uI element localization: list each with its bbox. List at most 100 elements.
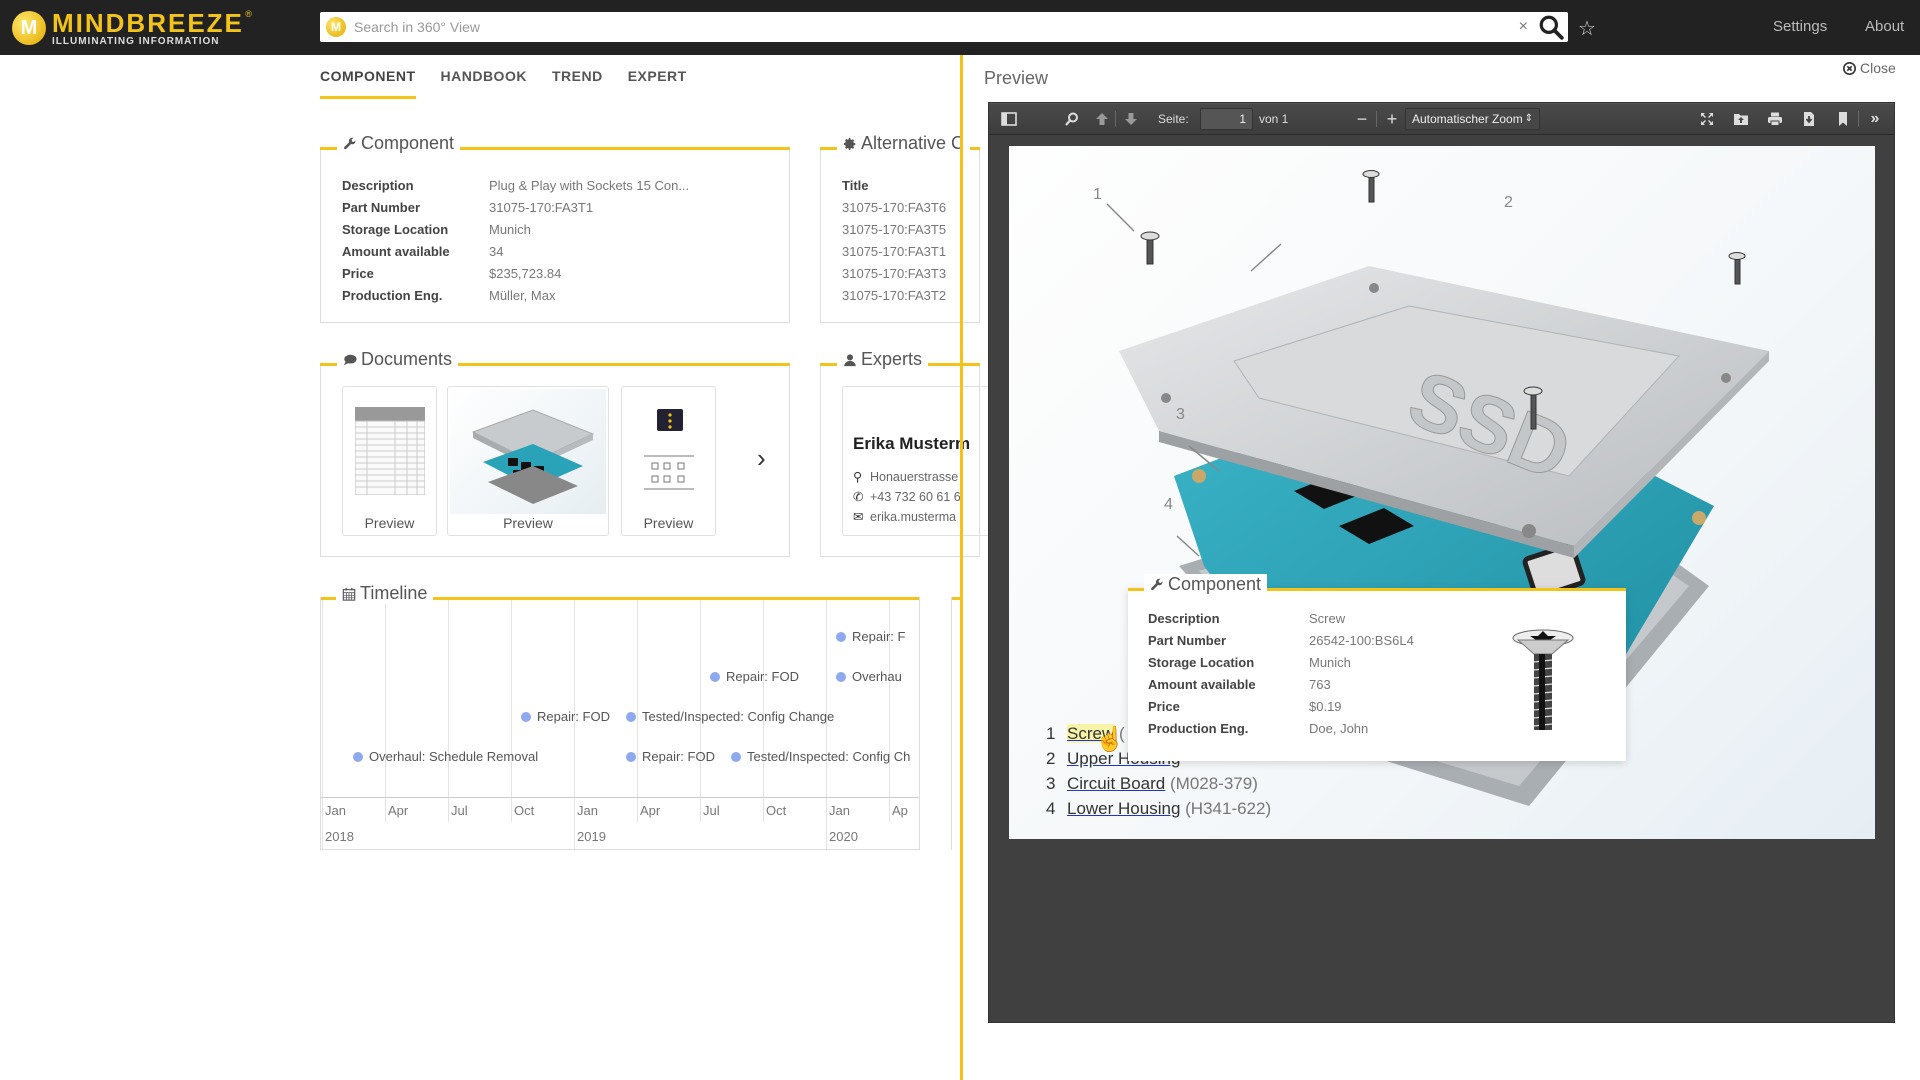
component-hover-popup: Component Description Screw Part Number 26…	[1128, 574, 1626, 761]
detail-row: Price $0.19	[1148, 699, 1342, 714]
zoom-in-icon[interactable]: +	[1382, 109, 1402, 129]
parts-list-item: 4 Lower Housing (H341-622)	[1046, 799, 1272, 818]
top-bar: M MINDBREEZE ILLUMINATING INFORMATION ® …	[0, 0, 1920, 55]
settings-link[interactable]: Settings	[1773, 18, 1827, 35]
alternative-item[interactable]: 31075-170:FA3T5	[842, 219, 946, 241]
tools-menu-icon[interactable]: »	[1865, 109, 1885, 129]
experts-panel: Experts Erika Musterm ⚲ Honauerstrasse ✆ +…	[820, 349, 992, 557]
zoom-out-icon[interactable]: −	[1352, 109, 1372, 129]
alternative-item[interactable]: 31075-170:FA3T2	[842, 285, 946, 307]
detail-row: Production Eng. Doe, John	[1148, 721, 1369, 736]
timeline-gridline	[511, 600, 512, 822]
search-input[interactable]	[354, 19, 1519, 35]
tab-bar: COMPONENT HANDBOOK TREND EXPERT	[320, 68, 687, 99]
comment-icon	[343, 354, 357, 365]
logo-mark-icon: M	[12, 11, 46, 45]
detail-row: Description Screw	[1148, 611, 1346, 626]
logo-subtitle: ILLUMINATING INFORMATION	[52, 35, 220, 47]
timeline-event-label: Tested/Inspected: Config Ch	[747, 749, 911, 764]
callout-label: 3	[1176, 406, 1185, 423]
mindbreeze-logo[interactable]: M MINDBREEZE ILLUMINATING INFORMATION ®	[12, 8, 252, 48]
timeline-event-dot	[521, 711, 531, 722]
alternative-item[interactable]: 31075-170:FA3T3	[842, 263, 946, 285]
document-card[interactable]: Preview	[342, 386, 437, 536]
timeline-event[interactable]: Repair: FOD	[710, 669, 799, 684]
expert-phone[interactable]: ✆ +43 732 60 61 6	[853, 487, 961, 507]
timeline-event[interactable]: Repair: FOD	[521, 709, 610, 724]
hand-cursor-icon: ☝	[1095, 726, 1125, 753]
next-page-icon[interactable]	[1121, 109, 1141, 129]
callout-label: 1	[1093, 186, 1102, 203]
previous-page-icon[interactable]	[1092, 109, 1112, 129]
timeline-event[interactable]: Repair: FOD	[626, 749, 715, 764]
timeline-event[interactable]: Repair: F	[836, 629, 905, 644]
component-details: Description Plug & Play with Sockets 15 C…	[342, 175, 689, 307]
callout-label: 2	[1504, 194, 1513, 211]
expert-email[interactable]: ✉ erika.musterma	[853, 507, 961, 527]
timeline-gridline	[826, 600, 827, 849]
expert-card[interactable]: Erika Musterm ⚲ Honauerstrasse ✆ +43 732 6…	[842, 386, 992, 536]
tab-expert[interactable]: EXPERT	[628, 68, 687, 99]
zoom-select[interactable]: Automatischer Zoom ⇕	[1405, 108, 1540, 130]
timeline-panel: Jan Apr Jul Oct Jan Apr Jul Oct Jan Ap 2018 2019 202…	[320, 597, 920, 850]
favorite-star-icon[interactable]: ☆	[1578, 16, 1596, 41]
component-panel: Component Description Plug & Play with So…	[320, 133, 790, 323]
mindbreeze-search-icon: M	[326, 17, 346, 37]
timeline-event-label: Repair: FOD	[726, 669, 799, 684]
next-documents-chevron-icon[interactable]: ›	[757, 443, 766, 474]
clear-search-icon[interactable]: ×	[1519, 18, 1528, 36]
popup-details: Description Screw Part Number 26542-100:BS…	[1148, 608, 1414, 740]
tab-component[interactable]: COMPONENT	[320, 68, 416, 99]
document-preview-label: Preview	[503, 515, 553, 531]
timeline-event[interactable]: Tested/Inspected: Config Change	[626, 709, 834, 724]
timeline-event-dot	[836, 671, 846, 682]
tab-trend[interactable]: TREND	[552, 68, 603, 99]
search-icon[interactable]	[1538, 14, 1564, 40]
print-icon[interactable]	[1765, 109, 1785, 129]
preview-split-handle[interactable]	[960, 55, 963, 1080]
timeline-event[interactable]: Tested/Inspected: Config Ch	[731, 749, 910, 764]
toolbar-separator	[1115, 111, 1116, 127]
part-link-lower-housing[interactable]: Lower Housing	[1067, 799, 1180, 818]
alternative-item[interactable]: 31075-170:FA3T1	[842, 241, 946, 263]
timeline-event[interactable]: Overhaul: Schedule Removal	[353, 749, 538, 764]
close-preview-button[interactable]: Close	[1843, 60, 1896, 76]
documents-panel-title: Documents	[337, 349, 459, 370]
document-preview-label: Preview	[364, 515, 415, 531]
timeline-month-label: Jan	[829, 803, 850, 818]
find-icon[interactable]	[1062, 109, 1082, 129]
toggle-sidebar-icon[interactable]	[999, 109, 1019, 129]
timeline-gridline	[385, 600, 386, 822]
timeline-event[interactable]: Overhau	[836, 669, 902, 684]
timeline-month-label: Apr	[388, 803, 409, 818]
detail-row: Storage Location Munich	[1148, 655, 1351, 670]
timeline-month-label: Apr	[640, 803, 661, 818]
table-document-thumbnail	[353, 391, 426, 511]
pdf-viewer: Seite: 1 von 1 − + Automatischer Zoom ⇕ »	[988, 102, 1895, 1023]
toolbar-separator	[1858, 111, 1859, 127]
alternative-list: Title 31075-170:FA3T6 31075-170:FA3T5 31…	[842, 175, 946, 307]
open-file-icon[interactable]	[1731, 109, 1751, 129]
bookmark-icon[interactable]	[1833, 109, 1853, 129]
document-card[interactable]: Preview	[621, 386, 716, 536]
timeline-year-label: 2019	[577, 829, 606, 844]
download-icon[interactable]	[1799, 109, 1819, 129]
timeline-event-dot	[353, 751, 363, 762]
part-link-circuit-board[interactable]: Circuit Board	[1067, 774, 1165, 793]
document-card[interactable]: Preview	[447, 386, 609, 536]
phone-icon: ✆	[853, 490, 864, 504]
fullscreen-icon[interactable]	[1697, 109, 1717, 129]
document-preview-label: Preview	[643, 515, 694, 531]
wrench-icon	[344, 137, 356, 149]
timeline-event-label: Tested/Inspected: Config Change	[642, 709, 835, 724]
server-diagram-thumbnail	[632, 391, 705, 511]
wrench-icon	[1151, 578, 1163, 590]
timeline-event-label: Repair: FOD	[642, 749, 715, 764]
about-link[interactable]: About	[1865, 18, 1904, 35]
page-number-input[interactable]: 1	[1200, 108, 1253, 130]
timeline-month-label: Oct	[514, 803, 535, 818]
tab-handbook[interactable]: HANDBOOK	[441, 68, 527, 99]
alternative-item[interactable]: 31075-170:FA3T6	[842, 197, 946, 219]
expert-name: Erika Musterm	[853, 434, 971, 453]
toolbar-separator	[1376, 111, 1377, 127]
